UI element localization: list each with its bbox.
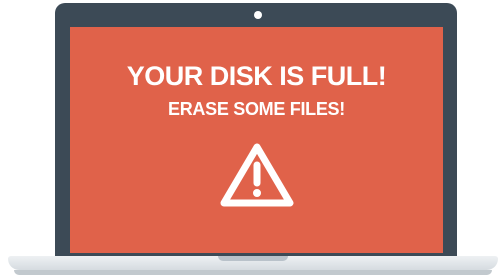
webcam-icon [254,11,262,19]
disk-full-headline: YOUR DISK IS FULL! [126,61,387,91]
laptop-illustration: YOUR DISK IS FULL! ERASE SOME FILES! [0,0,504,279]
laptop-base-notch [218,256,288,261]
warning-triangle-icon [220,143,294,207]
laptop-shadow [14,270,492,275]
laptop-screen: YOUR DISK IS FULL! ERASE SOME FILES! [70,27,443,253]
erase-files-message: ERASE SOME FILES! [168,99,345,119]
